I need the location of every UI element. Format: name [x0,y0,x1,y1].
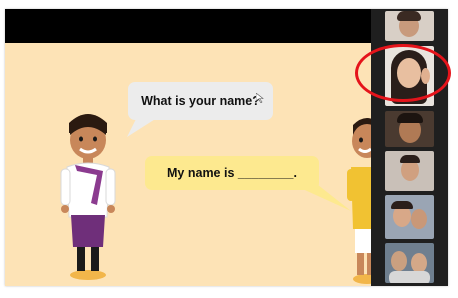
participant-tile[interactable] [385,195,434,239]
highlight-circle [355,44,451,102]
question-text: What is your name? [141,94,260,108]
participant-tile[interactable] [385,111,434,147]
participant-tile[interactable] [385,243,434,283]
left-character-illustration [60,114,116,280]
cursor-icon [256,93,264,103]
participant-tile[interactable] [385,151,434,191]
answer-text: My name is ________. [167,166,297,180]
question-bubble-tail [127,109,171,137]
slide-top-bar [5,9,371,43]
participant-tile[interactable] [385,11,434,41]
